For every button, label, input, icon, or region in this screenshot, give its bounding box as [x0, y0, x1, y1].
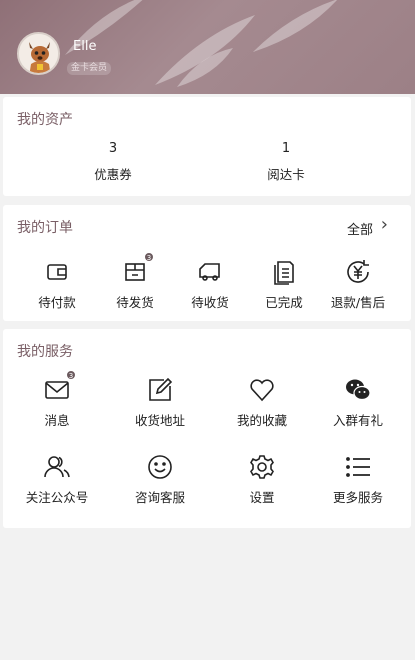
wechat-icon — [343, 375, 373, 405]
users-icon — [42, 452, 72, 482]
reading-card-count: 1 — [281, 141, 291, 156]
smile-icon — [145, 452, 175, 482]
service-settings[interactable]: 设置 — [217, 452, 307, 506]
gear-icon — [247, 452, 277, 482]
order-label: 退款/售后 — [330, 295, 386, 310]
chevron-right-icon[interactable]: › — [381, 214, 388, 235]
avatar[interactable] — [17, 32, 60, 75]
service-label: 我的收藏 — [236, 413, 287, 428]
service-label: 入群有礼 — [332, 413, 383, 428]
coupon-label: 优惠券 — [94, 167, 132, 182]
order-label: 待付款 — [38, 295, 76, 310]
assets-card: 我的资产 3 优惠券 1 阅达卡 — [3, 97, 411, 196]
asset-reading-card[interactable]: 1 阅达卡 — [226, 141, 346, 183]
service-label: 收货地址 — [134, 413, 185, 428]
service-label: 设置 — [249, 490, 275, 505]
service-more[interactable]: 更多服务 — [313, 452, 403, 506]
order-pending-payment[interactable]: 待付款 — [12, 257, 102, 311]
package-icon: 3 — [120, 252, 154, 287]
orders-card: 我的订单 全部 › 待付款 3 待发货 待收货 已完成 退款/售后 — [3, 205, 411, 321]
wallet-icon — [42, 257, 72, 287]
order-refund[interactable]: 退款/售后 — [313, 257, 403, 311]
service-customer-support[interactable]: 咨询客服 — [115, 452, 205, 506]
service-address[interactable]: 收货地址 — [115, 375, 205, 429]
service-label: 关注公众号 — [25, 490, 89, 505]
service-follow-account[interactable]: 关注公众号 — [12, 452, 102, 506]
heart-icon — [247, 375, 277, 405]
service-label: 更多服务 — [332, 490, 383, 505]
feather-decoration-icon — [177, 48, 233, 87]
deer-avatar-icon — [19, 34, 58, 73]
reading-card-label: 阅达卡 — [267, 167, 305, 182]
member-level-badge: 金卡会员 — [67, 62, 112, 75]
services-title: 我的服务 — [17, 344, 73, 360]
refund-icon — [343, 257, 373, 287]
service-favorites[interactable]: 我的收藏 — [217, 375, 307, 429]
list-icon — [343, 452, 373, 482]
edit-icon — [145, 375, 175, 405]
order-badge: 3 — [144, 252, 154, 262]
coupon-count: 3 — [108, 141, 118, 156]
services-card: 我的服务 3 消息 收货地址 我的收藏 入群有礼 关注公众号 咨询客服 设置 更… — [3, 329, 411, 528]
truck-icon — [195, 257, 225, 287]
all-orders-link[interactable]: 全部 — [347, 219, 373, 238]
document-icon — [269, 257, 299, 287]
feather-decoration-icon — [253, 0, 338, 52]
message-badge: 3 — [66, 370, 76, 380]
asset-coupons[interactable]: 3 优惠券 — [53, 141, 173, 183]
service-label: 消息 — [44, 413, 70, 428]
service-messages[interactable]: 3 消息 — [12, 370, 102, 429]
assets-title: 我的资产 — [17, 112, 73, 128]
orders-title: 我的订单 — [17, 220, 73, 236]
service-join-group[interactable]: 入群有礼 — [313, 375, 403, 429]
mail-icon: 3 — [42, 370, 76, 405]
service-label: 咨询客服 — [134, 490, 185, 505]
profile-header: Elle 金卡会员 — [0, 0, 415, 94]
user-name: Elle — [73, 39, 97, 54]
